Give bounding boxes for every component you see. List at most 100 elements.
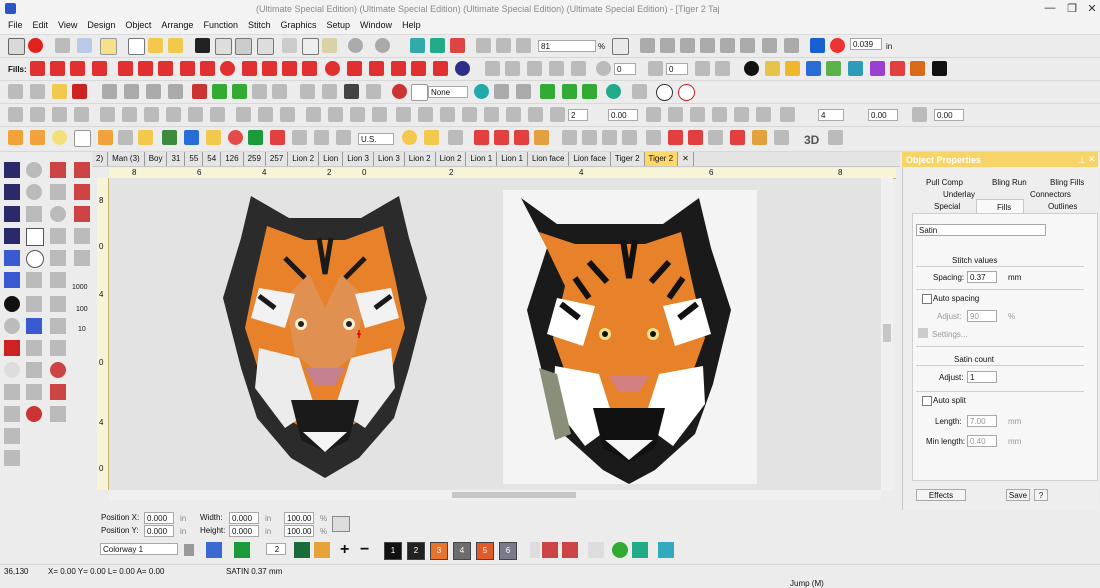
tab-document[interactable]: Tiger 2 — [644, 152, 679, 166]
menu-view[interactable]: View — [53, 18, 82, 32]
show-grid-icon[interactable] — [612, 38, 629, 55]
font-select[interactable]: U.S. — [358, 133, 394, 145]
width-percent-field[interactable]: 100.00 — [284, 512, 314, 524]
select-icon[interactable] — [8, 107, 23, 122]
tab-document[interactable]: Lion face — [569, 152, 611, 166]
save-button[interactable]: Save — [1006, 489, 1030, 501]
hoop-icon[interactable] — [848, 61, 863, 76]
save-icon[interactable] — [195, 38, 210, 53]
zoom-input[interactable]: 81 — [538, 40, 596, 52]
tab-document[interactable]: Lion — [319, 152, 344, 166]
pattern-c-icon[interactable] — [514, 130, 529, 145]
close-button[interactable]: ✕ — [1082, 2, 1100, 15]
tab-document[interactable]: Lion 3 — [374, 152, 405, 166]
remove-overlap-icon[interactable] — [146, 84, 161, 99]
tab-document[interactable]: 54 — [203, 152, 222, 166]
ellipse-icon[interactable] — [26, 250, 44, 268]
tab-document[interactable]: Lion 2 — [405, 152, 436, 166]
distribute-icon[interactable] — [740, 38, 755, 53]
close-panel-icon[interactable]: ✕ — [1088, 154, 1096, 165]
lock-tool-icon[interactable] — [4, 406, 20, 422]
settings-icon[interactable] — [918, 328, 928, 338]
tab-document[interactable]: Lion face — [528, 152, 570, 166]
spacing-input[interactable]: 0.039 — [850, 38, 882, 50]
transform-icon[interactable] — [695, 61, 710, 76]
arc-icon[interactable] — [50, 206, 66, 222]
knife-icon[interactable] — [30, 84, 45, 99]
hoop-view-icon[interactable] — [658, 542, 674, 558]
fill-cross-icon[interactable] — [242, 61, 257, 76]
lock-icon[interactable] — [680, 38, 695, 53]
pattern-l-icon[interactable] — [708, 130, 723, 145]
pattern-k-icon[interactable] — [688, 130, 703, 145]
tab-document[interactable]: 259 — [244, 152, 266, 166]
embroidered-tiger[interactable] — [223, 196, 427, 478]
pattern-i-icon[interactable] — [646, 130, 661, 145]
team-icon[interactable] — [890, 61, 905, 76]
stitch-count-10[interactable]: 10 — [78, 326, 86, 333]
object-mirror-icon[interactable] — [549, 61, 564, 76]
color-palette-icon[interactable] — [806, 61, 821, 76]
stitch-edit-icon[interactable] — [50, 318, 66, 334]
fill-lace-icon[interactable] — [369, 61, 384, 76]
grid-icon[interactable] — [314, 130, 329, 145]
thread-chart-icon[interactable] — [765, 61, 780, 76]
order-front-icon[interactable] — [306, 107, 321, 122]
tab-document[interactable]: Boy — [145, 152, 168, 166]
stitch-player-icon[interactable] — [430, 38, 445, 53]
repeat-icon[interactable] — [646, 107, 661, 122]
rectangle-icon[interactable] — [26, 228, 44, 246]
lock-select-icon[interactable] — [52, 107, 67, 122]
auto-digitize-icon[interactable] — [52, 84, 67, 99]
fill-radial-icon[interactable] — [220, 61, 235, 76]
menu-design[interactable]: Design — [82, 18, 120, 32]
line-c-icon[interactable] — [440, 107, 455, 122]
fill-satin-icon[interactable] — [50, 61, 65, 76]
new-file-icon[interactable] — [128, 38, 145, 55]
eyedropper-icon[interactable] — [294, 542, 310, 558]
redraw-icon[interactable] — [450, 38, 465, 53]
fill-stipple-icon[interactable] — [262, 61, 277, 76]
pattern-e-icon[interactable] — [562, 130, 577, 145]
stamp-icon[interactable] — [516, 84, 531, 99]
arc-text-icon[interactable] — [424, 130, 439, 145]
tab-document[interactable]: Lion 3 — [343, 152, 374, 166]
no-thread-icon[interactable] — [588, 542, 604, 558]
sphere-icon[interactable] — [4, 362, 20, 378]
rotate-icon[interactable] — [596, 61, 611, 76]
color-count-field[interactable]: 2 — [266, 543, 286, 555]
effect-a-icon[interactable] — [8, 130, 23, 145]
horizontal-scroll-thumb[interactable] — [452, 492, 576, 498]
effect-b-icon[interactable] — [30, 130, 45, 145]
layer-icon[interactable] — [4, 428, 20, 444]
line-e-icon[interactable] — [484, 107, 499, 122]
line-f-icon[interactable] — [506, 107, 521, 122]
anchor-icon[interactable] — [50, 340, 66, 356]
effect-d-icon[interactable] — [74, 130, 91, 147]
menu-edit[interactable]: Edit — [28, 18, 54, 32]
menu-lines-icon[interactable] — [828, 130, 843, 145]
align-left-icon[interactable] — [100, 107, 115, 122]
wreath-icon[interactable] — [606, 84, 621, 99]
globe-icon[interactable] — [26, 406, 42, 422]
line-tool-icon[interactable] — [74, 228, 90, 244]
garment-icon[interactable] — [234, 542, 250, 558]
close-tab-icon[interactable]: ✕ — [678, 152, 694, 166]
color-stop-icon[interactable] — [830, 38, 845, 53]
fill-contour-icon[interactable] — [325, 61, 340, 76]
node-icon[interactable] — [4, 206, 20, 222]
pattern-h-icon[interactable] — [622, 130, 637, 145]
outline-icon[interactable] — [168, 84, 183, 99]
fill-icon[interactable] — [4, 272, 20, 288]
paste-icon[interactable] — [322, 38, 337, 53]
export-icon[interactable] — [215, 38, 232, 55]
tab-document[interactable]: Lion 1 — [466, 152, 498, 166]
vertical-scrollbar[interactable] — [881, 178, 893, 490]
tab-pull-comp[interactable]: Pull Comp — [926, 178, 963, 187]
stitch-angle-icon[interactable] — [540, 84, 555, 99]
fill-motif-icon[interactable] — [158, 61, 173, 76]
cap-icon[interactable] — [270, 130, 285, 145]
tab-connectors[interactable]: Connectors — [1030, 190, 1071, 199]
tab-special[interactable]: Special — [934, 202, 960, 211]
machine-icon[interactable] — [932, 61, 947, 76]
